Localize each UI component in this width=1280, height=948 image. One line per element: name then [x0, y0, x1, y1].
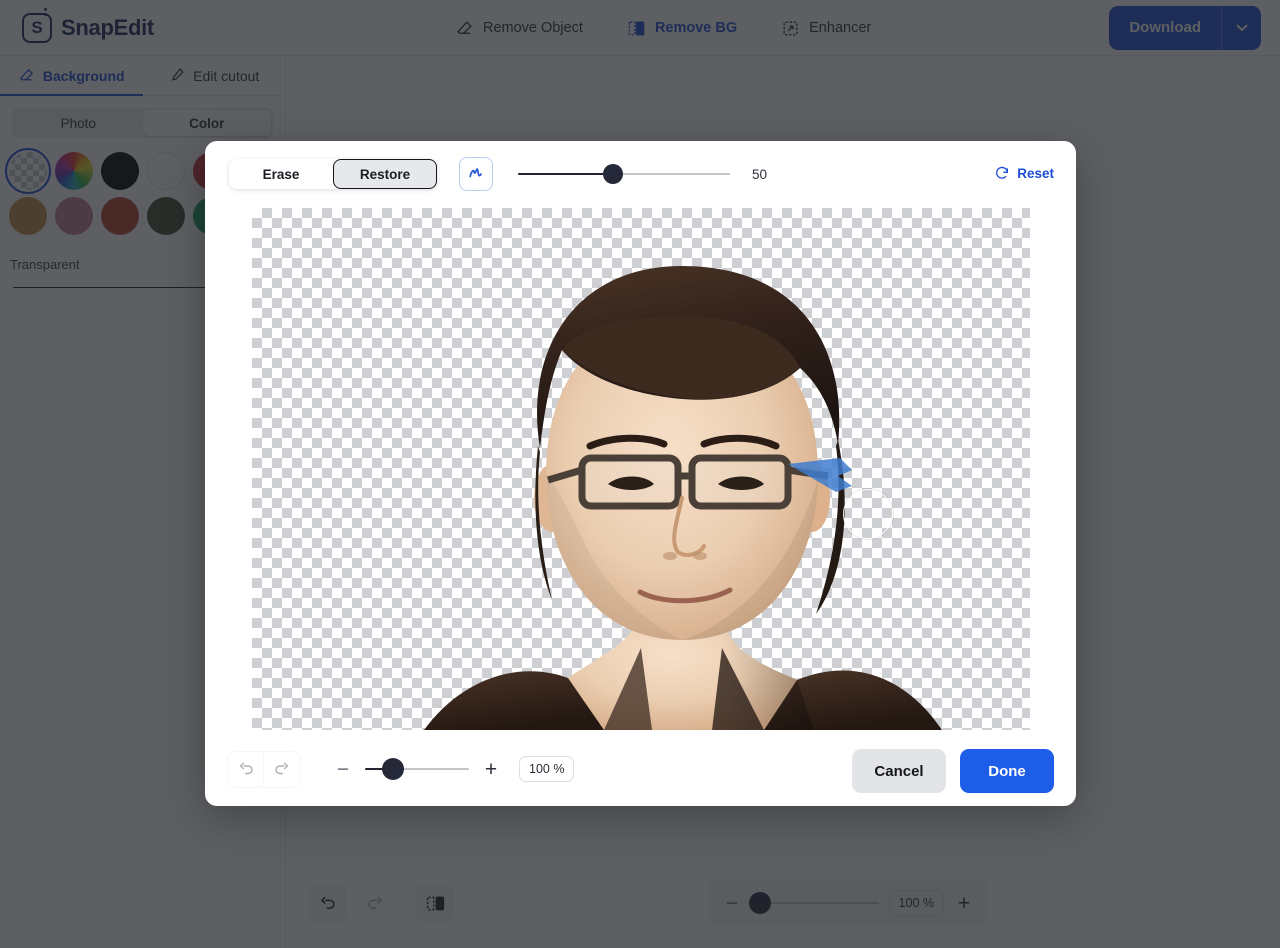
reset-button[interactable]: Reset: [994, 165, 1054, 181]
modal-zoom-slider-thumb[interactable]: [382, 758, 405, 780]
modal-footer: − + 100 % Cancel Done: [205, 732, 1076, 806]
erase-mode-button[interactable]: Erase: [229, 159, 333, 189]
redo-icon: [275, 762, 289, 775]
brush-stroke-icon: [469, 168, 482, 178]
cancel-button-label: Cancel: [874, 762, 924, 780]
modal-zoom-group: − + 100 %: [333, 756, 575, 782]
erase-mode-label: Erase: [262, 166, 300, 182]
refresh-icon: [996, 166, 1009, 179]
done-button[interactable]: Done: [960, 749, 1054, 793]
modal-zoom-out-button[interactable]: −: [333, 759, 353, 780]
edit-cutout-modal: Erase Restore 50 Reset − + 100 % Cancel …: [205, 141, 1076, 806]
brush-tool-button[interactable]: [459, 157, 493, 191]
modal-redo-button[interactable]: [264, 750, 301, 788]
reset-label: Reset: [1017, 165, 1054, 181]
restore-mode-label: Restore: [359, 166, 411, 182]
modal-toolbar: Erase Restore 50 Reset: [205, 141, 1076, 207]
undo-icon: [239, 762, 253, 775]
restore-mode-button[interactable]: Restore: [333, 159, 437, 189]
modal-zoom-in-button[interactable]: +: [481, 759, 501, 780]
portrait-image: [424, 266, 942, 730]
brush-size-value: 50: [752, 166, 768, 182]
brush-size-slider[interactable]: [518, 164, 730, 184]
brush-size-slider-fill: [518, 172, 614, 176]
modal-undo-redo-group: [227, 750, 301, 788]
brush-size-slider-thumb[interactable]: [603, 164, 624, 184]
cutout-canvas[interactable]: [252, 208, 1030, 730]
modal-action-buttons: Cancel Done: [852, 749, 1054, 793]
modal-zoom-slider[interactable]: [365, 758, 469, 780]
modal-zoom-value: 100 %: [519, 756, 575, 782]
brush-mode-segmented-control: Erase Restore: [229, 159, 437, 189]
done-button-label: Done: [988, 762, 1026, 780]
modal-undo-button[interactable]: [227, 750, 264, 788]
cancel-button[interactable]: Cancel: [852, 749, 946, 793]
